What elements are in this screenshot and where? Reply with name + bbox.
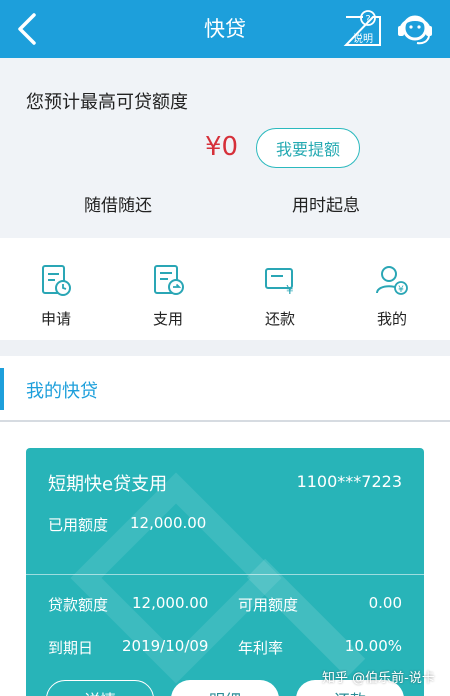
menu-item-apply[interactable]: 申请	[0, 238, 112, 340]
menu-item-withdraw[interactable]: 支用	[112, 238, 224, 340]
customer-service-icon	[398, 15, 432, 45]
available-amount-label: 可用额度	[238, 596, 299, 614]
used-amount-label: 已用额度	[48, 516, 109, 534]
details-button[interactable]: 详情	[46, 680, 154, 696]
customer-service-button[interactable]	[395, 8, 435, 48]
menu-item-mine[interactable]: ¥ 我的	[336, 238, 448, 340]
watermark: 知乎 @伯乐前-说卡	[322, 671, 435, 686]
loan-account-number: 1100***7223	[296, 472, 402, 491]
feature-interest-on-use: 用时起息	[292, 196, 360, 216]
user-profile-icon: ¥	[376, 266, 408, 295]
loan-card[interactable]: 短期快e贷支用 1100***7223 已用额度 12,000.00 贷款额度 …	[26, 448, 424, 696]
function-menu: 申请 支用 ¥ 还款 ¥ 我的	[0, 238, 450, 340]
quota-title: 您预计最高可贷额度	[26, 92, 188, 113]
section-accent-bar	[0, 368, 4, 410]
repayment-icon: ¥	[265, 268, 294, 297]
application-form-icon	[42, 265, 71, 296]
due-date-label: 到期日	[48, 639, 94, 657]
annual-rate-label: 年利率	[238, 639, 284, 657]
section-title: 我的快贷	[26, 381, 98, 402]
quota-amount: ¥0	[205, 132, 239, 162]
used-amount-value: 12,000.00	[130, 514, 207, 532]
svg-text:?: ?	[365, 14, 370, 25]
loan-card-area: 短期快e贷支用 1100***7223 已用额度 12,000.00 贷款额度 …	[0, 422, 450, 696]
statement-button[interactable]: 明细	[171, 680, 279, 696]
svg-text:¥: ¥	[398, 285, 404, 295]
menu-label-mine: 我的	[376, 310, 407, 328]
raise-limit-button[interactable]: 我要提额	[256, 128, 360, 168]
available-amount-value: 0.00	[368, 594, 402, 612]
loan-amount-value: 12,000.00	[132, 594, 209, 612]
menu-label-apply: 申请	[40, 310, 71, 328]
due-date-value: 2019/10/09	[122, 637, 209, 655]
menu-label-repay: 还款	[264, 310, 295, 328]
app-header: 快贷 ? 说明	[0, 0, 450, 58]
annual-rate-value: 10.00%	[344, 637, 402, 655]
card-divider	[26, 574, 424, 575]
withdraw-document-icon	[154, 265, 184, 295]
credit-quota-panel: 您预计最高可贷额度 ¥0 我要提额 随借随还 用时起息	[0, 58, 450, 238]
loan-amount-label: 贷款额度	[48, 596, 109, 614]
menu-label-withdraw: 支用	[152, 310, 183, 328]
help-button[interactable]: ? 说明	[343, 9, 383, 47]
svg-text:¥: ¥	[286, 283, 294, 297]
help-label: 说明	[353, 34, 373, 45]
my-loans-section-header: 我的快贷	[0, 356, 450, 422]
menu-item-repay[interactable]: ¥ 还款	[224, 238, 336, 340]
feature-flexible-repay: 随借随还	[84, 196, 152, 216]
loan-product-name: 短期快e贷支用	[48, 474, 168, 495]
